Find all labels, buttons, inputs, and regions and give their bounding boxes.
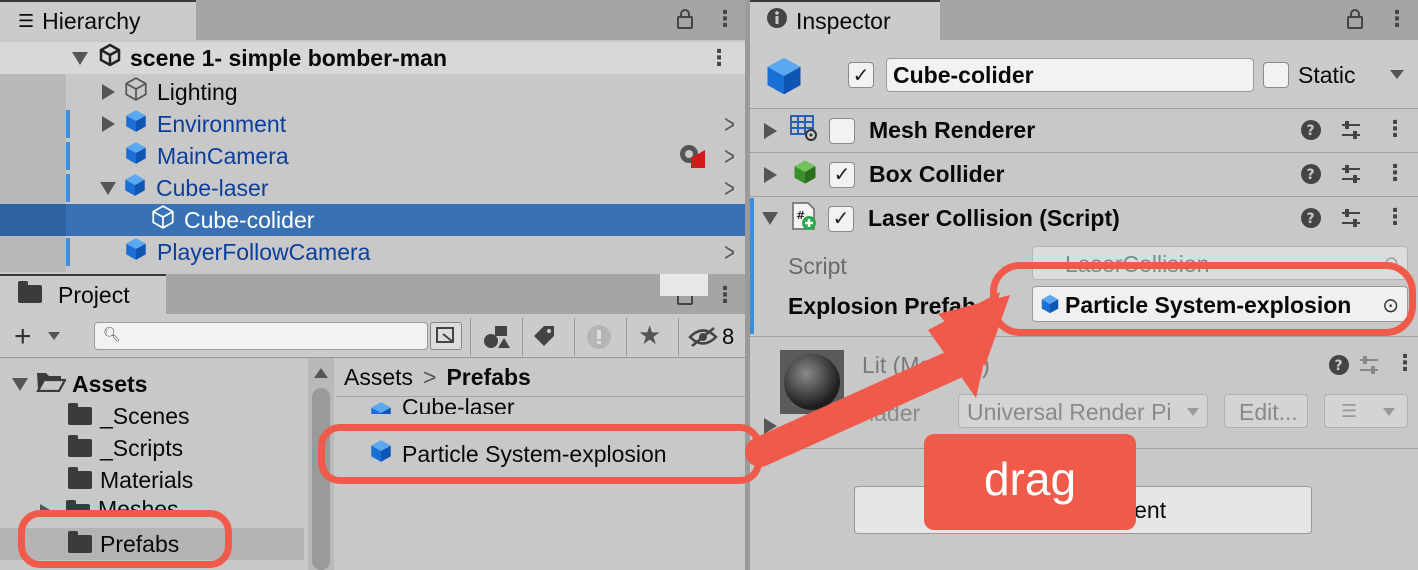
drag-arrow — [745, 292, 1010, 467]
drag-label-box: drag — [924, 434, 1136, 530]
drag-label: drag — [983, 453, 1077, 505]
